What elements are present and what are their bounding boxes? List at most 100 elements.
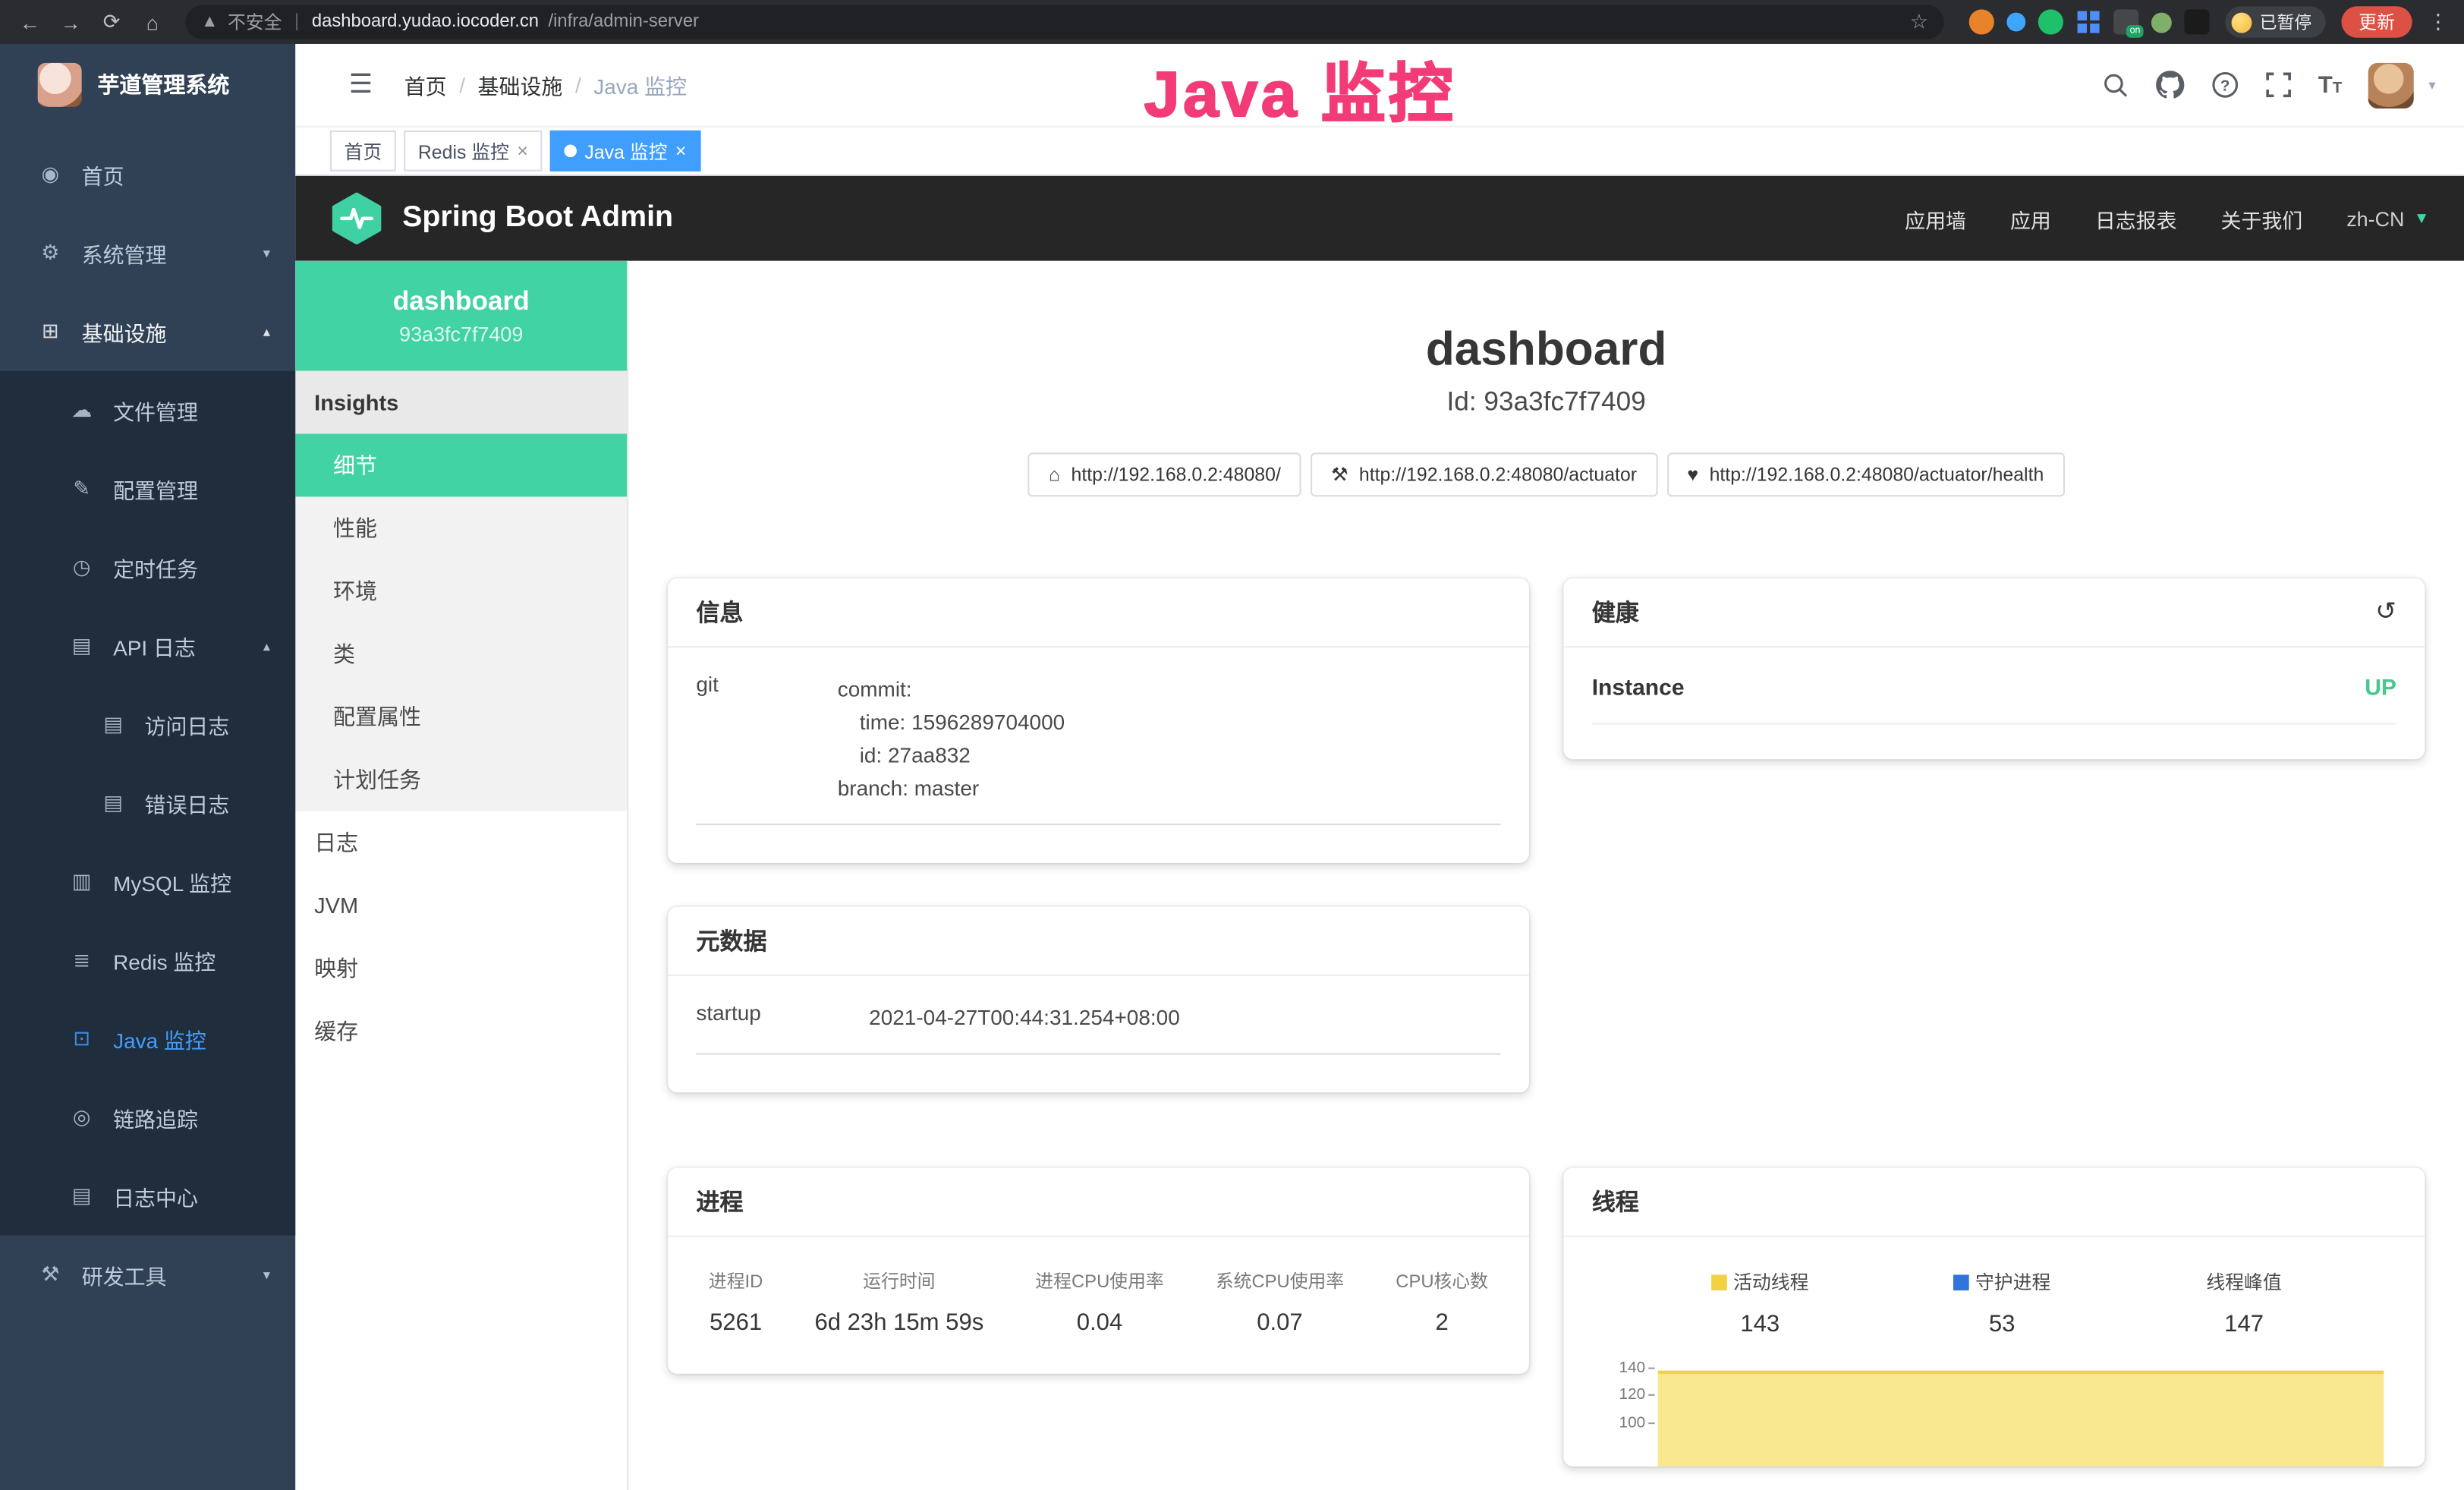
sba-item-configprops[interactable]: 配置属性 [295, 685, 627, 748]
forward-button[interactable]: → [53, 5, 88, 39]
fullscreen-icon[interactable] [2266, 72, 2291, 97]
font-size-icon[interactable]: TT [2318, 73, 2343, 96]
sidebar-item-api-logs[interactable]: ▤ API 日志 ▴ [0, 606, 295, 685]
sba-nav-journal[interactable]: 日志报表 [2095, 203, 2177, 233]
legend-peak-threads: 线程峰值 147 [2123, 1268, 2365, 1337]
sidebar-item-error-logs[interactable]: ▤ 错误日志 [0, 764, 295, 843]
help-icon[interactable]: ? [2211, 71, 2239, 99]
sidebar-item-java-monitor[interactable]: ⊡ Java 监控 [0, 1000, 295, 1079]
breadcrumb-home[interactable]: 首页 [404, 69, 447, 100]
sba-nav-wallboard[interactable]: 应用墙 [1905, 203, 1966, 233]
tab-redis-monitor[interactable]: Redis 监控 × [404, 131, 542, 172]
close-icon[interactable]: × [675, 141, 687, 160]
legend-swatch-blue [1953, 1274, 1969, 1290]
legend-label: 活动线程 [1733, 1268, 1808, 1295]
sba-insights-section: Insights 细节 性能 环境 类 配置属性 计划任务 [295, 371, 627, 811]
sba-item-performance[interactable]: 性能 [295, 496, 627, 559]
profile-paused-badge[interactable]: 已暂停 [2225, 6, 2326, 37]
status-badge: UP [2365, 676, 2396, 701]
database-icon: ▥ [69, 869, 94, 894]
tags-view: 首页 Redis 监控 × Java 监控 × [295, 126, 2464, 176]
sidebar-item-file-management[interactable]: ☁ 文件管理 [0, 371, 295, 450]
github-icon[interactable] [2157, 71, 2185, 99]
warning-icon[interactable]: ▲ [201, 13, 219, 32]
process-card-title: 进程 [668, 1168, 1529, 1237]
screen: ← → ⟳ ⌂ ▲ 不安全 | dashboard.yudao.iocoder.… [0, 0, 2464, 1490]
sba-item-details[interactable]: 细节 [295, 434, 627, 497]
sba-nav-applications[interactable]: 应用 [2010, 203, 2051, 233]
sba-item-mappings[interactable]: 映射 [295, 937, 627, 1000]
sba-item-scheduled-tasks[interactable]: 计划任务 [295, 748, 627, 811]
sidebar-item-access-logs[interactable]: ▤ 访问日志 [0, 685, 295, 764]
sba-brand-title[interactable]: Spring Boot Admin [402, 201, 673, 236]
sba-item-environment[interactable]: 环境 [295, 559, 627, 622]
sidebar-item-log-center[interactable]: ▤ 日志中心 [0, 1157, 295, 1236]
sba-nav-about[interactable]: 关于我们 [2221, 203, 2303, 233]
extension-icon[interactable] [2184, 9, 2209, 34]
service-url-link[interactable]: ⌂ http://192.168.0.2:48080/ [1028, 452, 1301, 496]
home-button[interactable]: ⌂ [135, 5, 170, 39]
gear-icon: ⚙ [38, 241, 63, 266]
grid-icon: ⊞ [38, 319, 63, 344]
process-metrics: 进程ID 5261 运行时间 6d 23h 15m 59s 进程CPU使用率 [668, 1237, 1529, 1374]
refresh-button[interactable]: ⟳ [94, 5, 129, 39]
extension-icon[interactable] [1969, 9, 1994, 34]
bookmark-star-icon[interactable]: ☆ [1910, 9, 1928, 34]
sidebar-item-scheduled-tasks[interactable]: ◷ 定时任务 [0, 528, 295, 607]
extension-icon[interactable] [2038, 9, 2063, 34]
sidebar-item-label: 配置管理 [113, 473, 198, 504]
paused-label: 已暂停 [2260, 9, 2311, 34]
sidebar-item-infrastructure[interactable]: ⊞ 基础设施 ▴ [0, 292, 295, 371]
sba-item-caches[interactable]: 缓存 [295, 1000, 627, 1063]
sba-locale-select[interactable]: zh-CN ▼ [2346, 206, 2429, 230]
health-url-link[interactable]: ♥ http://192.168.0.2:48080/actuator/heal… [1666, 452, 2064, 496]
close-icon[interactable]: × [517, 141, 528, 160]
sidebar-item-dev-tools[interactable]: ⚒ 研发工具 ▾ [0, 1236, 295, 1315]
avatar-caret-icon[interactable]: ▾ [2428, 76, 2435, 93]
detail-cards: 信息 git commit: time: 1596289704000 id: 2 [668, 578, 2425, 1466]
card-title: 信息 [696, 596, 743, 628]
actuator-url-link[interactable]: ⚒ http://192.168.0.2:48080/actuator [1311, 452, 1657, 496]
sidebar-item-system-management[interactable]: ⚙ 系统管理 ▾ [0, 214, 295, 293]
update-button[interactable]: 更新 [2341, 6, 2412, 37]
user-avatar[interactable] [2369, 62, 2415, 108]
tab-home[interactable]: 首页 [330, 131, 396, 172]
sidebar-item-config-management[interactable]: ✎ 配置管理 [0, 449, 295, 528]
sba-content: dashboard Id: 93a3fc7f7409 ⌂ http://192.… [628, 261, 2464, 1490]
extension-icon[interactable] [2006, 13, 2025, 32]
sidebar-item-mysql-monitor[interactable]: ▥ MySQL 监控 [0, 843, 295, 921]
browser-menu-kebab-icon[interactable]: ⋮ [2428, 9, 2448, 34]
sba-item-logfile[interactable]: 日志 [295, 811, 627, 874]
extension-icon[interactable]: on [2113, 9, 2138, 34]
app-logo[interactable]: 芋道管理系统 [0, 44, 295, 126]
sidebar-item-home[interactable]: ◉ 首页 [0, 135, 295, 214]
back-button[interactable]: ← [13, 5, 48, 39]
chevron-up-icon: ▴ [263, 638, 270, 655]
history-icon[interactable]: ↺ [2375, 600, 2396, 625]
sba-instance-header: dashboard 93a3fc7f7409 [295, 261, 627, 371]
sidebar-item-label: Redis 监控 [113, 945, 216, 976]
instance-title: dashboard [628, 324, 2464, 377]
sidebar-item-label: 错误日志 [145, 787, 230, 818]
sidebar-item-tracing[interactable]: ◎ 链路追踪 [0, 1079, 295, 1158]
tab-java-monitor[interactable]: Java 监控 × [550, 131, 700, 172]
git-commit-label: commit: [838, 673, 1501, 705]
metric-value: 2 [1396, 1309, 1488, 1336]
monitor-icon: ⊡ [69, 1026, 94, 1051]
hamburger-icon[interactable]: ☰ [349, 69, 373, 100]
threads-body: 活动线程 143 守护进程 53 线程峰值 [1563, 1237, 2425, 1466]
metric-value: 0.07 [1216, 1309, 1344, 1336]
log-icon: ▤ [69, 1183, 94, 1208]
sidebar-item-redis-monitor[interactable]: ≣ Redis 监控 [0, 921, 295, 1000]
legend-live-threads: 活动线程 143 [1639, 1268, 1881, 1337]
metric-label: CPU核心数 [1396, 1268, 1488, 1293]
address-bar[interactable]: ▲ 不安全 | dashboard.yudao.iocoder.cn /infr… [185, 5, 1943, 39]
extension-icon[interactable] [2151, 12, 2172, 33]
git-commit-id: id: 27aa832 [838, 739, 1501, 771]
sba-item-jvm[interactable]: JVM [295, 874, 627, 937]
search-icon[interactable] [2103, 71, 2129, 98]
breadcrumb-infrastructure[interactable]: 基础设施 [478, 69, 563, 100]
extension-icon[interactable] [2076, 9, 2101, 34]
sba-item-classes[interactable]: 类 [295, 622, 627, 685]
link-url: http://192.168.0.2:48080/actuator/health [1710, 464, 2044, 486]
